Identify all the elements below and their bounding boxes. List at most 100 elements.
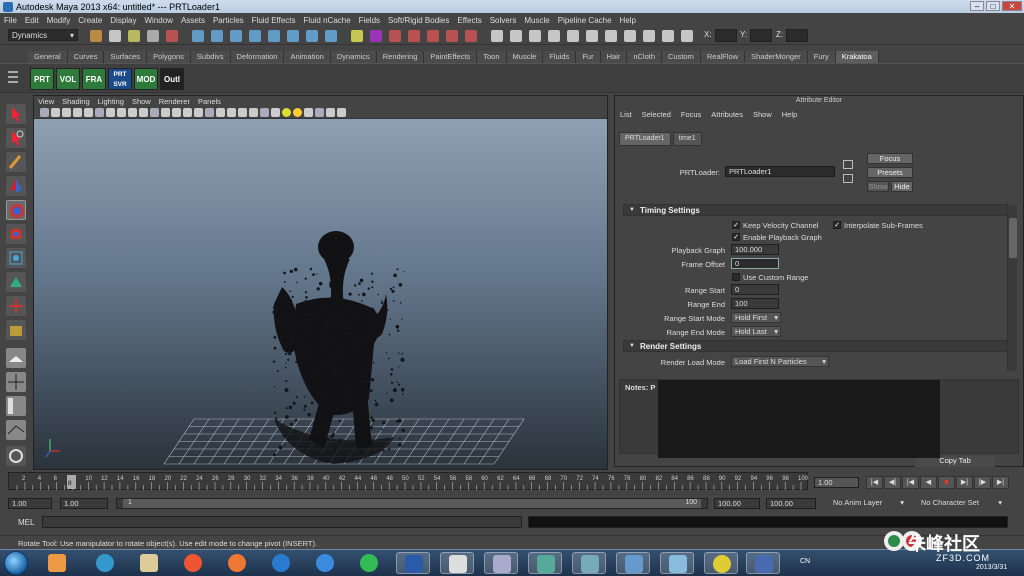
- four-view-layout-icon[interactable]: [6, 372, 26, 392]
- shelf-tab-realflow[interactable]: RealFlow: [700, 51, 746, 63]
- status-line-tool-icon[interactable]: [268, 30, 280, 42]
- soft-modification-tool-icon[interactable]: [6, 272, 26, 292]
- range-slider[interactable]: 1 100: [116, 498, 708, 509]
- stop-icon[interactable]: ■: [938, 476, 955, 489]
- character-set-dropdown[interactable]: No Character Set ▾: [918, 498, 1004, 509]
- go-to-output-icon[interactable]: [843, 174, 853, 183]
- status-line-tool-icon[interactable]: [192, 30, 204, 42]
- range-slider-handle[interactable]: 1 100: [123, 499, 701, 508]
- status-line-tool-icon[interactable]: [325, 30, 337, 42]
- status-line-tool-icon[interactable]: [351, 30, 363, 42]
- keep-velocity-checkbox[interactable]: ✓: [732, 221, 740, 229]
- lasso-tool-icon[interactable]: [6, 128, 26, 148]
- shelf-menu-icon[interactable]: [8, 68, 18, 90]
- last-tool-used-icon[interactable]: [6, 320, 26, 340]
- taskbar-explorer[interactable]: [132, 552, 166, 574]
- taskbar-ie[interactable]: [88, 552, 122, 574]
- viewport-toolbar-icon[interactable]: [117, 108, 126, 117]
- status-line-tool-icon[interactable]: [249, 30, 261, 42]
- ae-tab-prtloader1[interactable]: PRTLoader1: [619, 132, 671, 146]
- shelf-tab-krakatoa[interactable]: Krakatoa: [835, 51, 879, 63]
- shelf-button-mod[interactable]: MOD: [134, 68, 158, 90]
- shelf-tab-dynamics[interactable]: Dynamics: [330, 51, 377, 63]
- use-custom-range-checkbox[interactable]: [732, 273, 740, 281]
- viewport-menu-renderer[interactable]: Renderer: [155, 96, 194, 107]
- node-name-field[interactable]: PRTLoader1: [725, 166, 835, 177]
- taskbar-browser[interactable]: [352, 552, 386, 574]
- menu-item-file[interactable]: File: [0, 16, 21, 25]
- select-tool-icon[interactable]: [6, 104, 26, 124]
- shelf-tab-subdivs[interactable]: Subdivs: [190, 51, 231, 63]
- menu-set-dropdown[interactable]: Dynamics ▾: [8, 29, 78, 41]
- focus-button[interactable]: Focus: [867, 153, 913, 164]
- menu-item-help[interactable]: Help: [616, 16, 640, 25]
- viewport-menu-show[interactable]: Show: [128, 96, 155, 107]
- step-back-frame-icon[interactable]: ◀|: [884, 476, 901, 489]
- shelf-tab-rendering[interactable]: Rendering: [376, 51, 425, 63]
- shelf-tab-custom[interactable]: Custom: [662, 51, 701, 63]
- shelf-tab-surfaces[interactable]: Surfaces: [104, 51, 148, 63]
- scale-tool-icon[interactable]: [6, 224, 26, 244]
- perspective-viewport[interactable]: View Shading Lighting Show Renderer Panels: [33, 95, 608, 470]
- viewport-menu-shading[interactable]: Shading: [58, 96, 94, 107]
- ae-menu-show[interactable]: Show: [748, 108, 777, 122]
- time-slider[interactable]: 2468101214161820222426283032343638404244…: [8, 472, 809, 490]
- menu-item-solvers[interactable]: Solvers: [486, 16, 521, 25]
- playback-graph-field[interactable]: 100.000: [731, 244, 779, 255]
- shelf-tab-fur[interactable]: Fur: [576, 51, 601, 63]
- taskbar-word[interactable]: [396, 552, 430, 574]
- status-line-tool-icon[interactable]: [446, 30, 458, 42]
- shelf-tab-fluids[interactable]: Fluids: [543, 51, 577, 63]
- viewport-toolbar-icon[interactable]: [271, 108, 280, 117]
- render-settings-section[interactable]: Render Settings: [623, 340, 1009, 352]
- current-frame-field[interactable]: 1.00: [814, 477, 859, 488]
- ae-tab-time1[interactable]: time1: [672, 132, 702, 146]
- render-load-mode-dropdown[interactable]: Load First N Particles ▾: [731, 356, 829, 367]
- status-line-tool-icon[interactable]: [109, 30, 121, 42]
- menu-item-muscle[interactable]: Muscle: [520, 16, 553, 25]
- shelf-tab-deformation[interactable]: Deformation: [230, 51, 285, 63]
- universal-manipulator-icon[interactable]: [6, 248, 26, 268]
- viewport-menu-lighting[interactable]: Lighting: [94, 96, 128, 107]
- viewport-scene[interactable]: [34, 119, 607, 469]
- status-line-tool-icon[interactable]: [681, 30, 693, 42]
- status-line-tool-icon[interactable]: [465, 30, 477, 42]
- viewport-toolbar-icon[interactable]: [150, 108, 159, 117]
- status-line-tool-icon[interactable]: [586, 30, 598, 42]
- viewport-toolbar-icon[interactable]: [293, 108, 302, 117]
- range-end-mode-dropdown[interactable]: Hold Last ▾: [731, 326, 781, 337]
- viewport-toolbar-icon[interactable]: [282, 108, 291, 117]
- status-line-tool-icon[interactable]: [147, 30, 159, 42]
- viewport-toolbar-icon[interactable]: [40, 108, 49, 117]
- start-button[interactable]: [4, 551, 28, 575]
- persp-outliner-layout-icon[interactable]: [6, 396, 26, 416]
- command-language-label[interactable]: MEL: [18, 518, 34, 527]
- anim-layer-dropdown[interactable]: No Anim Layer ▾: [830, 498, 906, 509]
- viewport-toolbar-icon[interactable]: [194, 108, 203, 117]
- rotate-tool-icon[interactable]: [6, 200, 26, 220]
- menu-item-particles[interactable]: Particles: [209, 16, 248, 25]
- status-line-tool-icon[interactable]: [166, 30, 178, 42]
- menu-item-modify[interactable]: Modify: [43, 16, 75, 25]
- viewport-toolbar-icon[interactable]: [249, 108, 258, 117]
- animation-start-field[interactable]: 1.00: [8, 498, 52, 509]
- taskbar-maya[interactable]: [440, 552, 474, 574]
- taskbar-app-docs[interactable]: [484, 552, 518, 574]
- shelf-tab-painteffects[interactable]: PaintEffects: [424, 51, 478, 63]
- viewport-toolbar-icon[interactable]: [139, 108, 148, 117]
- shelf-tab-general[interactable]: General: [28, 51, 68, 63]
- viewport-toolbar-icon[interactable]: [227, 108, 236, 117]
- viewport-toolbar-icon[interactable]: [315, 108, 324, 117]
- status-line-tool-icon[interactable]: [605, 30, 617, 42]
- range-start-mode-dropdown[interactable]: Hold First ▾: [731, 312, 781, 323]
- animation-end-field[interactable]: 100.00: [766, 498, 816, 509]
- status-line-tool-icon[interactable]: [567, 30, 579, 42]
- minimize-button[interactable]: –: [970, 1, 984, 11]
- ae-menu-list[interactable]: List: [615, 108, 637, 122]
- taskbar-player[interactable]: [264, 552, 298, 574]
- viewport-toolbar-icon[interactable]: [337, 108, 346, 117]
- viewport-toolbar-icon[interactable]: [260, 108, 269, 117]
- step-back-key-icon[interactable]: |◀: [902, 476, 919, 489]
- interpolate-subframes-checkbox[interactable]: ✓: [833, 221, 841, 229]
- viewport-toolbar-icon[interactable]: [62, 108, 71, 117]
